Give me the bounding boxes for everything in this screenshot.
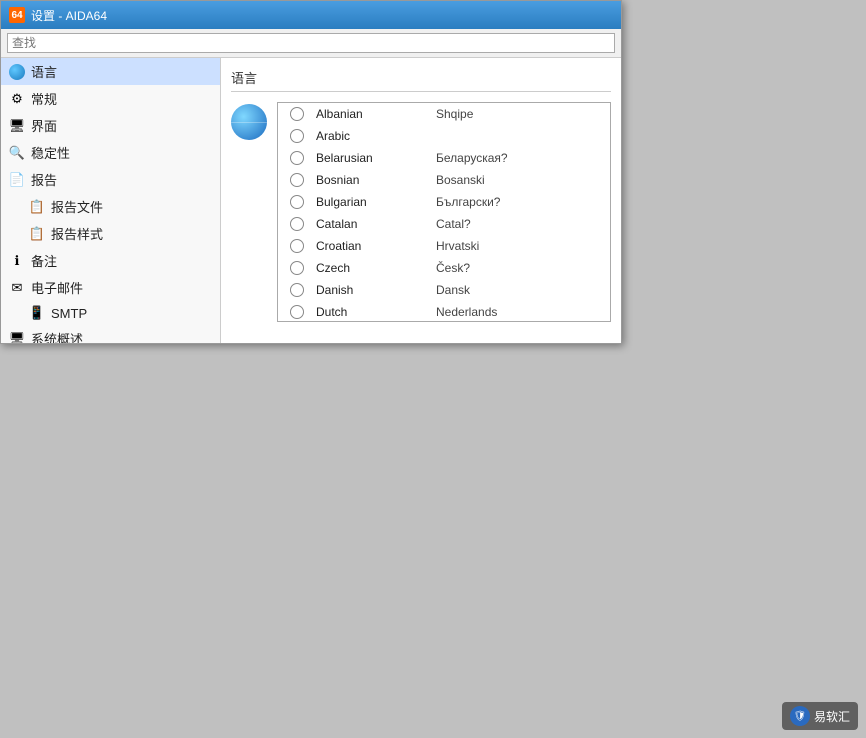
- radio-albanian[interactable]: [290, 107, 304, 121]
- sidebar-label-report-file: 报告文件: [51, 197, 103, 216]
- lang-name-catalan: Catalan: [316, 217, 436, 231]
- sidebar-label-general: 常规: [31, 89, 57, 108]
- watermark-badge: 🛡 易软汇: [782, 702, 858, 730]
- sidebar-item-interface[interactable]: 🖥 界面: [1, 112, 220, 139]
- lang-name-bulgarian: Bulgarian: [316, 195, 436, 209]
- lang-name-czech: Czech: [316, 261, 436, 275]
- email-icon: ✉: [9, 280, 25, 296]
- lang-native-albanian: Shqipe: [436, 107, 473, 121]
- lang-row-danish[interactable]: Danish Dansk: [278, 279, 610, 301]
- lang-row-czech[interactable]: Czech Česk?: [278, 257, 610, 279]
- globe-large-icon: [231, 104, 267, 140]
- search-bar: [1, 29, 621, 58]
- lang-native-catalan: Catal?: [436, 217, 471, 231]
- radio-belarusian[interactable]: [290, 151, 304, 165]
- main-content: 语言 ⚙ 常规 🖥 界面 🔍 稳定性 📄 报告 📋 报告文件: [1, 58, 621, 343]
- radio-croatian[interactable]: [290, 239, 304, 253]
- lang-native-danish: Dansk: [436, 283, 470, 297]
- sidebar-item-language[interactable]: 语言: [1, 58, 220, 85]
- app-icon: 64: [9, 7, 25, 23]
- sidebar-item-report-style[interactable]: 📋 报告样式: [1, 220, 220, 247]
- lang-name-albanian: Albanian: [316, 107, 436, 121]
- sidebar-label-language: 语言: [31, 62, 57, 81]
- lang-name-bosnian: Bosnian: [316, 173, 436, 187]
- radio-arabic[interactable]: [290, 129, 304, 143]
- section-title: 语言: [231, 68, 611, 92]
- lang-native-bulgarian: Български?: [436, 195, 500, 209]
- lang-name-arabic: Arabic: [316, 129, 436, 143]
- lang-native-czech: Česk?: [436, 261, 470, 275]
- sidebar-label-email: 电子邮件: [31, 278, 83, 297]
- sidebar-label-report: 报告: [31, 170, 57, 189]
- sidebar-item-notes[interactable]: ℹ 备注: [1, 247, 220, 274]
- report-icon: 📄: [9, 172, 25, 188]
- sidebar-item-sysoverview[interactable]: 🖥 系统概述: [1, 325, 220, 343]
- report-file-icon: 📋: [29, 199, 45, 215]
- lang-native-croatian: Hrvatski: [436, 239, 479, 253]
- smtp-icon: 📱: [29, 305, 45, 321]
- watermark-label: 易软汇: [814, 708, 850, 725]
- lang-native-dutch: Nederlands: [436, 305, 497, 319]
- watermark-icon: 🛡: [790, 706, 810, 726]
- lang-name-croatian: Croatian: [316, 239, 436, 253]
- language-list-container[interactable]: Albanian Shqipe Arabic Belarusian Белару…: [277, 102, 611, 322]
- lang-row-croatian[interactable]: Croatian Hrvatski: [278, 235, 610, 257]
- sysoverview-icon: 🖥: [9, 331, 25, 344]
- title-bar: 64 设置 - AIDA64: [1, 1, 621, 29]
- right-panel: 语言 Albanian Shqipe Arabic: [221, 58, 621, 343]
- lang-row-belarusian[interactable]: Belarusian Беларуская?: [278, 147, 610, 169]
- sidebar-label-sysoverview: 系统概述: [31, 329, 83, 343]
- sidebar-item-general[interactable]: ⚙ 常规: [1, 85, 220, 112]
- gear-icon: ⚙: [9, 91, 25, 107]
- lang-native-belarusian: Беларуская?: [436, 151, 508, 165]
- search-input[interactable]: [7, 33, 615, 53]
- language-list: Albanian Shqipe Arabic Belarusian Белару…: [278, 103, 610, 322]
- sidebar-item-email[interactable]: ✉ 电子邮件: [1, 274, 220, 301]
- sidebar-item-report[interactable]: 📄 报告: [1, 166, 220, 193]
- sidebar-label-interface: 界面: [31, 116, 57, 135]
- lang-native-bosnian: Bosanski: [436, 173, 485, 187]
- radio-catalan[interactable]: [290, 217, 304, 231]
- radio-czech[interactable]: [290, 261, 304, 275]
- lang-row-dutch[interactable]: Dutch Nederlands: [278, 301, 610, 322]
- lang-row-catalan[interactable]: Catalan Catal?: [278, 213, 610, 235]
- sidebar-item-stability[interactable]: 🔍 稳定性: [1, 139, 220, 166]
- radio-danish[interactable]: [290, 283, 304, 297]
- shield-icon: 🔍: [9, 145, 25, 161]
- sidebar-label-stability: 稳定性: [31, 143, 70, 162]
- language-panel: Albanian Shqipe Arabic Belarusian Белару…: [231, 102, 611, 322]
- lang-name-belarusian: Belarusian: [316, 151, 436, 165]
- globe-icon: [9, 64, 25, 80]
- lang-row-bulgarian[interactable]: Bulgarian Български?: [278, 191, 610, 213]
- sidebar-item-smtp[interactable]: 📱 SMTP: [1, 301, 220, 325]
- lang-row-albanian[interactable]: Albanian Shqipe: [278, 103, 610, 125]
- lang-row-arabic[interactable]: Arabic: [278, 125, 610, 147]
- sidebar: 语言 ⚙ 常规 🖥 界面 🔍 稳定性 📄 报告 📋 报告文件: [1, 58, 221, 343]
- radio-bulgarian[interactable]: [290, 195, 304, 209]
- monitor-icon: 🖥: [9, 118, 25, 134]
- lang-name-danish: Danish: [316, 283, 436, 297]
- radio-dutch[interactable]: [290, 305, 304, 319]
- sidebar-item-report-file[interactable]: 📋 报告文件: [1, 193, 220, 220]
- report-style-icon: 📋: [29, 226, 45, 242]
- lang-row-bosnian[interactable]: Bosnian Bosanski: [278, 169, 610, 191]
- lang-name-dutch: Dutch: [316, 305, 436, 319]
- sidebar-label-report-style: 报告样式: [51, 224, 103, 243]
- radio-bosnian[interactable]: [290, 173, 304, 187]
- window-title: 设置 - AIDA64: [31, 7, 107, 24]
- sidebar-label-smtp: SMTP: [51, 306, 87, 321]
- sidebar-label-notes: 备注: [31, 251, 57, 270]
- settings-window: 64 设置 - AIDA64 语言 ⚙ 常规 🖥 界面: [0, 0, 622, 344]
- info-icon: ℹ: [9, 253, 25, 269]
